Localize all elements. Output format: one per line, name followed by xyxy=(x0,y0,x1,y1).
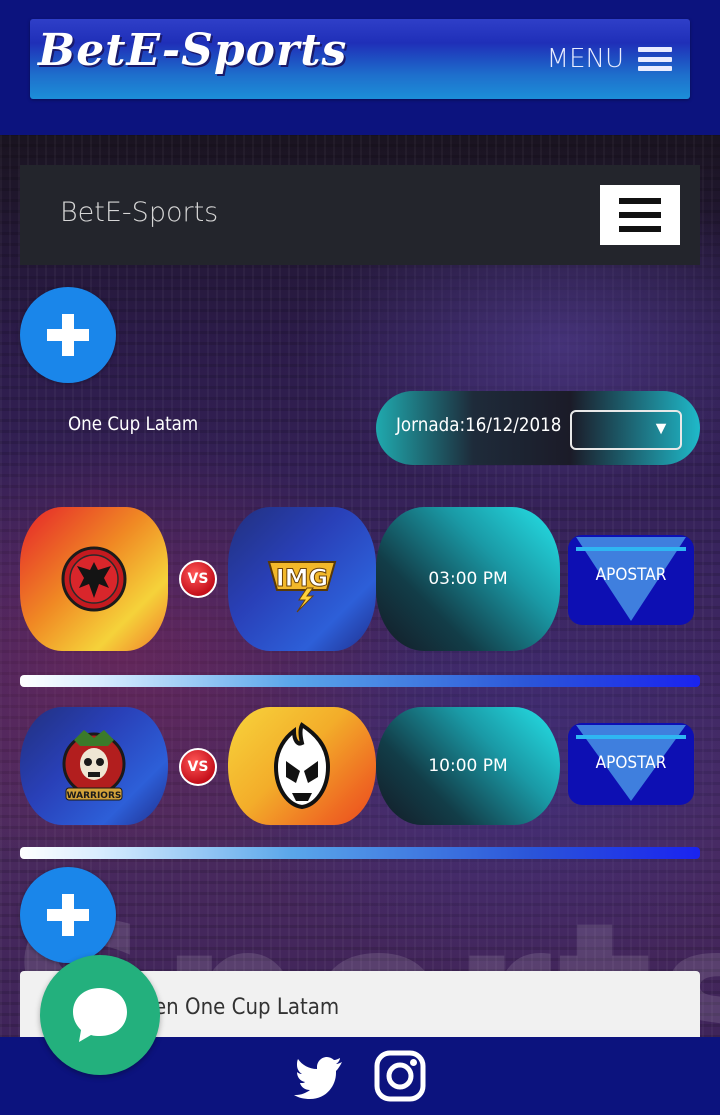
chat-button[interactable] xyxy=(40,955,160,1075)
match-time: 03:00 PM xyxy=(376,507,560,651)
jornada-select[interactable]: ▼ xyxy=(570,410,682,450)
top-header: BetE-Sports MENU xyxy=(0,0,720,135)
bet-button-label: APOSTAR xyxy=(595,565,667,585)
caret-down-icon: ▼ xyxy=(652,418,670,438)
team-home-logo[interactable] xyxy=(20,507,168,651)
plus-icon xyxy=(47,894,89,936)
hamburger-icon xyxy=(638,47,672,71)
bat-logo-icon xyxy=(61,546,127,612)
team-away-logo[interactable]: IMG xyxy=(228,507,376,651)
svg-text:WARRIORS: WARRIORS xyxy=(67,791,122,801)
flame-mask-logo-icon xyxy=(273,722,331,810)
navbar: BetE-Sports xyxy=(20,165,700,265)
site-logo[interactable]: BetE-Sports xyxy=(38,25,347,76)
navbar-toggle-button[interactable] xyxy=(600,185,680,245)
vs-badge: VS xyxy=(179,748,217,786)
match-time: 10:00 PM xyxy=(376,707,560,825)
expand-button[interactable] xyxy=(20,867,116,963)
plus-icon xyxy=(47,314,89,356)
match-time-label: 10:00 PM xyxy=(428,756,508,776)
match-divider xyxy=(20,675,700,687)
hamburger-icon xyxy=(619,198,661,204)
bet-button[interactable]: APOSTAR xyxy=(568,723,694,805)
bet-button-label: APOSTAR xyxy=(595,753,667,773)
instagram-icon[interactable] xyxy=(374,1050,426,1102)
img-lightning-logo-icon: IMG xyxy=(267,561,337,613)
expand-button[interactable] xyxy=(20,287,116,383)
navbar-brand[interactable]: BetE-Sports xyxy=(60,197,218,228)
warriors-skull-logo-icon: WARRIORS xyxy=(62,730,126,801)
brand-bar: BetE-Sports MENU xyxy=(30,19,690,99)
twitter-icon[interactable] xyxy=(294,1050,346,1102)
team-home-logo[interactable]: WARRIORS xyxy=(20,707,168,825)
team-away-logo[interactable] xyxy=(228,707,376,825)
svg-text:IMG: IMG xyxy=(276,564,329,592)
jornada-label: Jornada:16/12/2018 xyxy=(396,414,562,436)
match-time-label: 03:00 PM xyxy=(428,569,508,589)
bet-button[interactable]: APOSTAR xyxy=(568,535,694,625)
menu-button[interactable]: MENU xyxy=(547,39,672,79)
menu-label: MENU xyxy=(546,44,624,74)
chat-bubble-icon xyxy=(73,988,127,1042)
vs-badge: VS xyxy=(179,560,217,598)
match-divider xyxy=(20,847,700,859)
card-title: en One Cup Latam xyxy=(154,995,340,1020)
tournament-name: One Cup Latam xyxy=(68,413,199,435)
jornada-filter: Jornada:16/12/2018 ▼ xyxy=(376,391,700,465)
